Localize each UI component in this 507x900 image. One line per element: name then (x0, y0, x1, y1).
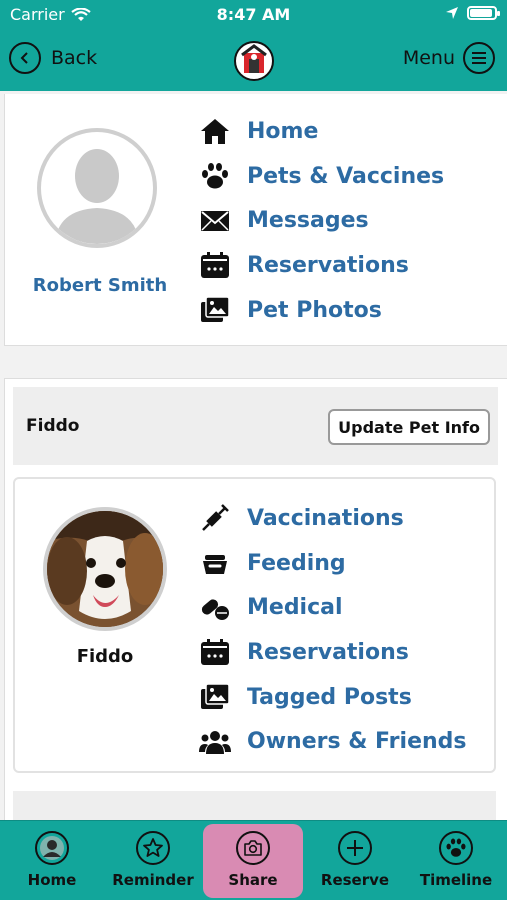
owner-menu-pets-vaccines[interactable]: Pets & Vaccines (199, 154, 444, 199)
pet-menu-feeding[interactable]: Feeding (199, 541, 467, 586)
calendar-icon (199, 249, 231, 281)
pet-section: Fiddo Update Pet Info Fiddo Vaccinations… (4, 378, 507, 831)
plus-icon (338, 831, 372, 865)
pet-header-name: Fiddo (26, 416, 80, 436)
owner-menu-pet-photos[interactable]: Pet Photos (199, 288, 444, 333)
nav-bar: Back Menu (0, 36, 507, 84)
pet-menu-vaccinations[interactable]: Vaccinations (199, 496, 467, 541)
tab-reminder[interactable]: Reminder (103, 821, 203, 900)
pill-icon (199, 592, 231, 624)
app-logo (234, 41, 274, 81)
photos-icon (199, 294, 231, 326)
tab-share[interactable]: Share (203, 824, 303, 898)
food-bowl-icon (199, 547, 231, 579)
calendar-icon (199, 636, 231, 668)
pet-header: Fiddo Update Pet Info (13, 387, 498, 465)
pet-menu-tagged-posts[interactable]: Tagged Posts (199, 675, 467, 720)
syringe-icon (199, 502, 231, 534)
top-bar: Carrier 8:47 AM Back Menu (0, 0, 507, 91)
battery-icon (467, 6, 500, 20)
back-label: Back (51, 47, 98, 69)
tab-home[interactable]: Home (2, 821, 102, 900)
tab-timeline[interactable]: Timeline (406, 821, 506, 900)
chevron-left-icon (9, 42, 41, 74)
menu-button[interactable]: Menu (403, 42, 495, 74)
owner-avatar[interactable] (37, 128, 157, 248)
pet-name: Fiddo (76, 646, 134, 667)
tab-reserve[interactable]: Reserve (305, 821, 405, 900)
pet-menu-reservations[interactable]: Reservations (199, 630, 467, 675)
update-pet-info-button[interactable]: Update Pet Info (328, 409, 490, 445)
owner-name: Robert Smith (32, 275, 168, 296)
owner-menu-messages[interactable]: Messages (199, 198, 444, 243)
user-icon (35, 831, 69, 865)
clock: 8:47 AM (216, 5, 291, 24)
back-button[interactable]: Back (9, 42, 97, 74)
pet-menu: Vaccinations Feeding Medical Reservation… (199, 496, 467, 764)
owner-menu: Home Pets & Vaccines Messages Reservatio… (199, 109, 444, 332)
pet-photo[interactable] (43, 507, 167, 631)
paw-icon (439, 831, 473, 865)
envelope-icon (199, 205, 231, 237)
camera-icon (236, 831, 270, 865)
owner-menu-reservations[interactable]: Reservations (199, 243, 444, 288)
owner-card: Robert Smith Home Pets & Vaccines Messag… (4, 94, 507, 346)
pet-card: Fiddo Vaccinations Feeding Medical Reser… (13, 477, 496, 773)
pet-menu-medical[interactable]: Medical (199, 585, 467, 630)
status-bar: Carrier 8:47 AM (0, 0, 507, 32)
tab-bar: Home Reminder Share Reserve Timeline (0, 820, 507, 900)
location-arrow-icon (446, 7, 458, 19)
owner-menu-home[interactable]: Home (199, 109, 444, 154)
menu-label: Menu (402, 47, 455, 69)
home-icon (199, 115, 231, 147)
paw-icon (199, 160, 231, 192)
pet-menu-owners-friends[interactable]: Owners & Friends (199, 719, 467, 764)
star-icon (136, 831, 170, 865)
users-icon (199, 726, 231, 758)
hamburger-icon (463, 42, 495, 74)
photos-icon (199, 681, 231, 713)
